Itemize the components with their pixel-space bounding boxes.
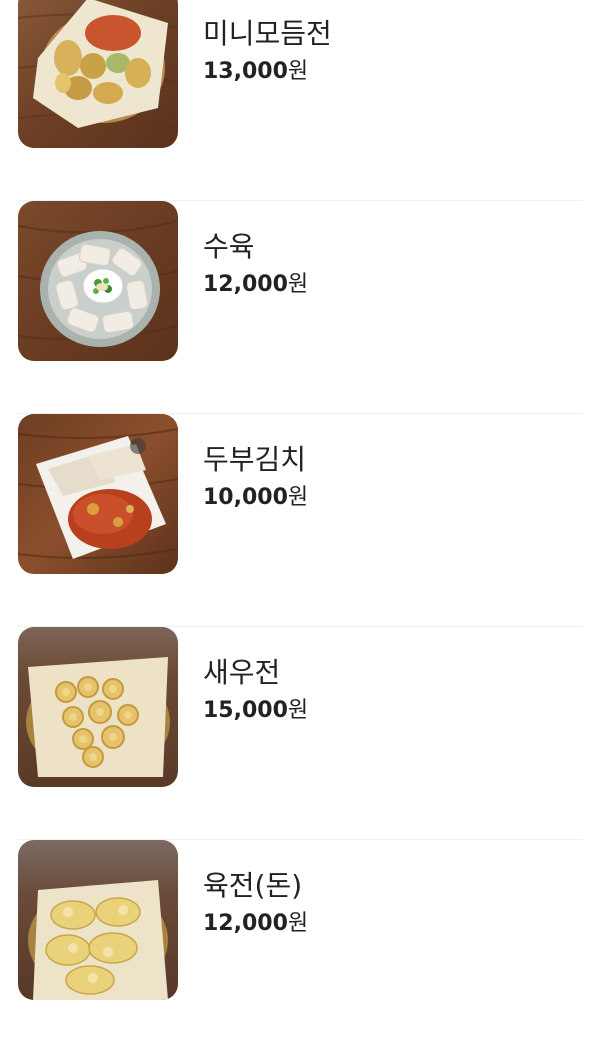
price-unit: 원: [287, 911, 309, 936]
item-info: 미니모듬전 13,000원: [203, 15, 332, 87]
boiled-pork-image: [18, 201, 178, 361]
tofu-kimchi-image: [18, 414, 178, 574]
item-name: 수육: [203, 230, 255, 263]
item-price: 10,000원: [203, 483, 308, 513]
item-name: 두부김치: [203, 443, 307, 476]
menu-list: 미니모듬전 13,000원 수육 12,000원 두부김치 10,000원 새우…: [0, 0, 600, 1052]
menu-item[interactable]: 미니모듬전 13,000원: [18, 0, 582, 201]
menu-item[interactable]: 육전(돈) 12,000원: [18, 840, 582, 1052]
item-price: 12,000원: [203, 270, 308, 300]
price-value: 13,000: [203, 59, 288, 84]
menu-item[interactable]: 수육 12,000원: [18, 201, 582, 414]
price-value: 12,000: [203, 911, 288, 936]
item-name: 미니모듬전: [203, 17, 332, 50]
price-unit: 원: [287, 485, 309, 510]
price-value: 10,000: [203, 485, 288, 510]
price-unit: 원: [287, 698, 309, 723]
item-info: 두부김치 10,000원: [203, 441, 308, 513]
item-price: 12,000원: [203, 909, 308, 939]
shrimp-jeon-photo[interactable]: [18, 627, 178, 787]
pork-yukjeon-photo[interactable]: [18, 840, 178, 1000]
pork-yukjeon-image: [18, 840, 178, 1000]
shrimp-jeon-image: [18, 627, 178, 787]
menu-item[interactable]: 새우전 15,000원: [18, 627, 582, 840]
assorted-jeon-photo[interactable]: [18, 0, 178, 148]
price-unit: 원: [287, 59, 309, 84]
tofu-kimchi-photo[interactable]: [18, 414, 178, 574]
item-name: 새우전: [203, 656, 281, 689]
price-value: 15,000: [203, 698, 288, 723]
item-name: 육전(돈): [203, 869, 303, 902]
boiled-pork-photo[interactable]: [18, 201, 178, 361]
menu-item[interactable]: 두부김치 10,000원: [18, 414, 582, 627]
item-info: 수육 12,000원: [203, 228, 308, 300]
item-info: 새우전 15,000원: [203, 654, 308, 726]
item-info: 육전(돈) 12,000원: [203, 867, 308, 939]
item-price: 15,000원: [203, 696, 308, 726]
assorted-jeon-image: [18, 0, 178, 148]
price-unit: 원: [287, 272, 309, 297]
price-value: 12,000: [203, 272, 288, 297]
item-price: 13,000원: [203, 57, 332, 87]
